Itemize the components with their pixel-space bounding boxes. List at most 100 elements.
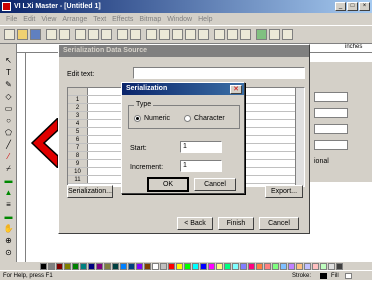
ok-button[interactable]: OK: [147, 177, 189, 192]
magnify-icon[interactable]: ⊙: [3, 248, 14, 258]
color-swatch[interactable]: [152, 263, 159, 270]
color-swatch[interactable]: [128, 263, 135, 270]
line-icon[interactable]: ╱: [3, 140, 14, 150]
bitmap-icon[interactable]: [256, 29, 267, 40]
grid-scrollbar[interactable]: [295, 88, 304, 186]
bucket-icon[interactable]: ▲: [3, 188, 14, 198]
spin-field-3[interactable]: [314, 124, 348, 134]
serialization-button[interactable]: Serialization...: [67, 185, 113, 198]
color-swatch[interactable]: [48, 263, 55, 270]
back-icon[interactable]: [198, 29, 209, 40]
text-icon[interactable]: T: [3, 68, 14, 78]
cut-icon[interactable]: [75, 29, 86, 40]
zoom-out-icon[interactable]: [227, 29, 238, 40]
ellipse-icon[interactable]: ○: [3, 116, 14, 126]
color-swatch[interactable]: [288, 263, 295, 270]
color-swatch[interactable]: [232, 263, 239, 270]
rectangle-icon[interactable]: ▭: [3, 104, 14, 114]
menu-arrange[interactable]: Arrange: [59, 16, 90, 23]
color-swatch[interactable]: [192, 263, 199, 270]
zoom-icon[interactable]: ⊕: [3, 236, 14, 246]
close-icon[interactable]: ×: [359, 2, 370, 11]
increment-input[interactable]: 1: [180, 160, 222, 172]
polygon-icon[interactable]: ⬠: [3, 128, 14, 138]
group-icon[interactable]: [146, 29, 157, 40]
zoom-fit-icon[interactable]: [240, 29, 251, 40]
color-swatch[interactable]: [208, 263, 215, 270]
color-swatch[interactable]: [328, 263, 335, 270]
color-swatch[interactable]: [240, 263, 247, 270]
color-swatch[interactable]: [136, 263, 143, 270]
color-swatch[interactable]: [88, 263, 95, 270]
eyedropper-icon[interactable]: ⁄: [3, 152, 14, 162]
preview-icon[interactable]: [59, 29, 70, 40]
menu-file[interactable]: File: [3, 16, 20, 23]
dialog-cancel-button[interactable]: Cancel: [194, 178, 236, 191]
maximize-icon[interactable]: □: [347, 2, 358, 11]
menu-effects[interactable]: Effects: [109, 16, 136, 23]
fill-icon[interactable]: ▬: [3, 176, 14, 186]
color-swatch[interactable]: [296, 263, 303, 270]
color-swatch[interactable]: [176, 263, 183, 270]
copy-icon[interactable]: [88, 29, 99, 40]
edit-text-input[interactable]: [133, 67, 305, 79]
color-swatch[interactable]: [184, 263, 191, 270]
align-icon[interactable]: [172, 29, 183, 40]
color-swatch[interactable]: [200, 263, 207, 270]
red-chevron-shape[interactable]: [30, 118, 60, 168]
color-swatch[interactable]: [256, 263, 263, 270]
menu-edit[interactable]: Edit: [20, 16, 38, 23]
color-swatch[interactable]: [96, 263, 103, 270]
hand-icon[interactable]: ✋: [3, 224, 14, 234]
menu-help[interactable]: Help: [195, 16, 215, 23]
menu-text[interactable]: Text: [90, 16, 109, 23]
front-icon[interactable]: [185, 29, 196, 40]
text-tool-icon[interactable]: [269, 29, 280, 40]
spin-field-4[interactable]: [314, 140, 348, 150]
open-icon[interactable]: [17, 29, 28, 40]
color-swatch[interactable]: [304, 263, 311, 270]
wizard-cancel-button[interactable]: Cancel: [259, 217, 299, 230]
dialog-close-icon[interactable]: ✕: [230, 85, 242, 94]
color-swatch[interactable]: [112, 263, 119, 270]
start-input[interactable]: 1: [180, 141, 222, 153]
color-swatch[interactable]: [224, 263, 231, 270]
menu-window[interactable]: Window: [164, 16, 195, 23]
color-swatch[interactable]: [248, 263, 255, 270]
gradient-icon[interactable]: ▬: [3, 212, 14, 222]
numeric-radio[interactable]: [134, 115, 141, 122]
node-icon[interactable]: ◇: [3, 92, 14, 102]
color-swatch[interactable]: [336, 263, 343, 270]
pen-icon[interactable]: ✎: [3, 80, 14, 90]
new-icon[interactable]: [4, 29, 15, 40]
color-swatch[interactable]: [56, 263, 63, 270]
color-swatch[interactable]: [320, 263, 327, 270]
color-swatch[interactable]: [64, 263, 71, 270]
help-icon[interactable]: [282, 29, 293, 40]
color-swatch[interactable]: [312, 263, 319, 270]
color-swatch[interactable]: [160, 263, 167, 270]
export-button[interactable]: Export...: [265, 185, 303, 198]
app-icon[interactable]: [2, 2, 11, 11]
spin-field-2[interactable]: [314, 108, 348, 118]
minimize-icon[interactable]: _: [335, 2, 346, 11]
knife-icon[interactable]: ⌿: [3, 164, 14, 174]
color-swatch[interactable]: [104, 263, 111, 270]
menu-view[interactable]: View: [38, 16, 59, 23]
save-icon[interactable]: [30, 29, 41, 40]
color-swatch[interactable]: [280, 263, 287, 270]
zoom-in-icon[interactable]: [214, 29, 225, 40]
color-swatch[interactable]: [120, 263, 127, 270]
print-icon[interactable]: [46, 29, 57, 40]
character-radio[interactable]: [184, 115, 191, 122]
back-button[interactable]: < Back: [177, 217, 213, 230]
color-swatch[interactable]: [80, 263, 87, 270]
color-swatch[interactable]: [144, 263, 151, 270]
color-swatch[interactable]: [272, 263, 279, 270]
color-swatch[interactable]: [40, 263, 47, 270]
redo-icon[interactable]: [130, 29, 141, 40]
paste-icon[interactable]: [101, 29, 112, 40]
finish-button[interactable]: Finish: [218, 217, 254, 230]
spin-field-1[interactable]: [314, 92, 348, 102]
color-swatch[interactable]: [216, 263, 223, 270]
